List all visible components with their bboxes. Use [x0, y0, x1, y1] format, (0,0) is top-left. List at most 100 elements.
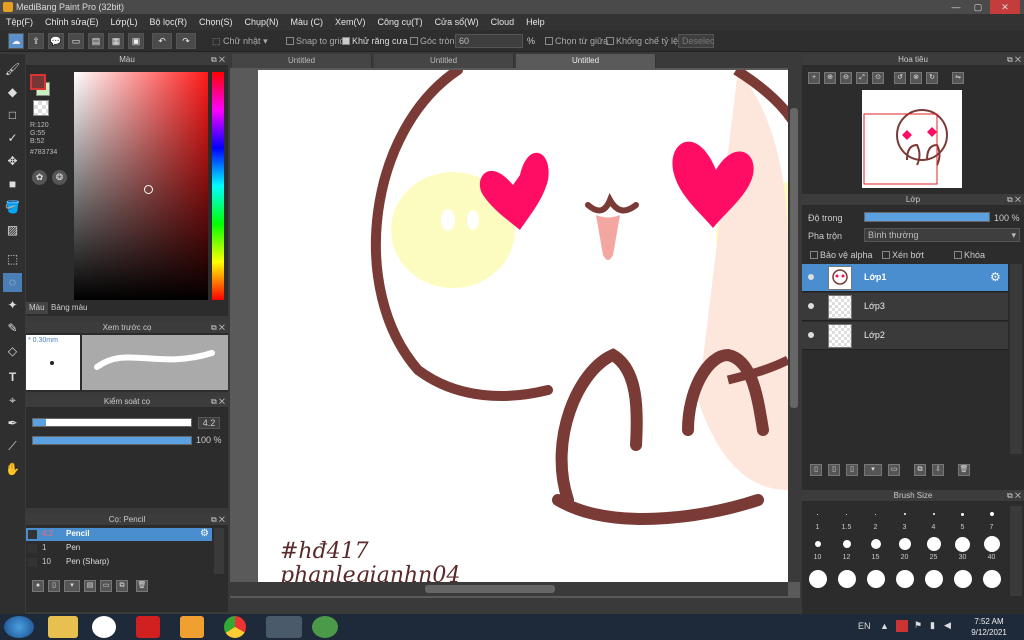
flag-icon[interactable]: ⚑ — [914, 620, 922, 631]
select-pen-tool-icon[interactable]: ✎ — [3, 319, 22, 338]
panel-close-icon[interactable]: ⧉ ✕ — [1007, 54, 1021, 66]
panel-close-icon[interactable]: ⧉ ✕ — [211, 514, 225, 526]
new-layer-icon[interactable]: ▯ — [810, 464, 822, 476]
fit-window-icon[interactable]: ⤢ — [856, 72, 868, 84]
clock[interactable]: 7:52 AM 9/12/2021 — [966, 616, 1012, 638]
zoom-out-icon[interactable]: ⊕ — [824, 72, 836, 84]
horizontal-scroll-thumb[interactable] — [425, 585, 555, 593]
pen-tool-icon[interactable]: ✓ — [3, 129, 22, 148]
rotate-reset-icon[interactable]: ⊗ — [910, 72, 922, 84]
menu-select[interactable]: Chọn(S) — [193, 14, 239, 30]
brush-item-pencil[interactable]: 4.2 Pencil ⚙ — [26, 528, 212, 541]
snap-to-grid-checkbox[interactable]: Snap to grid — [286, 34, 345, 48]
layer-row-lop2[interactable]: Lớp2 — [802, 322, 1008, 350]
palette-icon[interactable]: ✿ — [32, 170, 47, 185]
brush-item-pen[interactable]: 1 Pen — [26, 542, 212, 555]
brush-size-option[interactable] — [891, 566, 918, 593]
minimize-button[interactable]: — — [946, 0, 966, 14]
brush-size-option[interactable]: 2 — [862, 506, 889, 533]
zoom-reset-icon[interactable]: ⊙ — [872, 72, 884, 84]
blend-mode-select[interactable]: Bình thường ▾ — [864, 228, 1020, 242]
select-eraser-tool-icon[interactable]: ◇ — [3, 342, 22, 361]
layer-row-lop3[interactable]: Lớp3 — [802, 293, 1008, 321]
brush-size-option[interactable] — [862, 566, 889, 593]
duplicate-layer-icon[interactable]: ⧉ — [914, 464, 926, 476]
brush-size-option[interactable] — [833, 566, 860, 593]
new-layer-1bit-icon[interactable]: ▯ — [846, 464, 858, 476]
menu-window[interactable]: Cửa sổ(W) — [429, 14, 485, 30]
move-tool-icon[interactable]: ✥ — [3, 152, 22, 171]
text-tool-icon[interactable]: T — [3, 368, 22, 387]
duplicate-icon[interactable]: ⧉ — [116, 580, 128, 592]
lasso-tool-icon[interactable]: ◌ — [3, 273, 22, 292]
tray-app-icon[interactable] — [896, 620, 908, 632]
brush-size-option[interactable]: 7 — [978, 506, 1005, 533]
document-icon[interactable]: ▤ — [88, 33, 104, 49]
chrome-icon[interactable] — [224, 616, 246, 638]
visibility-eye-icon[interactable] — [808, 303, 814, 309]
clipping-checkbox[interactable]: Xén bớt — [882, 250, 924, 260]
gear-icon[interactable]: ⚙ — [200, 528, 209, 539]
protect-alpha-checkbox[interactable]: Bảo vệ alpha — [810, 250, 873, 260]
zoom-in-icon[interactable]: + — [808, 72, 820, 84]
maximize-button[interactable]: ▢ — [968, 0, 988, 14]
grid-icon[interactable]: ▦ — [108, 33, 124, 49]
transparent-swatch[interactable] — [33, 100, 49, 116]
primary-color-swatch[interactable] — [30, 74, 46, 90]
brush-menu-icon[interactable]: ▾ — [64, 580, 80, 592]
cloud-icon[interactable]: ☁ — [8, 33, 24, 49]
brush-size-scrollbar[interactable] — [1010, 506, 1022, 596]
panel-close-icon[interactable]: ⧉ ✕ — [211, 396, 225, 408]
bucket-tool-icon[interactable]: 🪣 — [3, 198, 22, 217]
brush-size-option[interactable] — [920, 566, 947, 593]
eraser-tool-icon[interactable]: ◆ — [3, 83, 22, 102]
brush-size-option[interactable]: 10 — [804, 536, 831, 563]
gradient-tool-icon[interactable]: ▨ — [3, 221, 22, 240]
brush-opacity-slider[interactable] — [32, 436, 192, 445]
brush-size-option[interactable]: 25 — [920, 536, 947, 563]
menu-tools[interactable]: Công cụ(T) — [372, 14, 429, 30]
brush-size-option[interactable] — [949, 566, 976, 593]
panel-close-icon[interactable]: ⧉ ✕ — [211, 322, 225, 334]
layer-folder-icon[interactable]: ▭ — [888, 464, 900, 476]
panel-close-icon[interactable]: ⧉ ✕ — [211, 54, 225, 66]
file-explorer-icon[interactable] — [48, 616, 78, 638]
rotate-left-icon[interactable]: ↺ — [894, 72, 906, 84]
fill-rect-tool-icon[interactable]: ■ — [3, 175, 22, 194]
volume-icon[interactable]: ◀ — [944, 620, 951, 631]
brush-size-option[interactable]: 15 — [862, 536, 889, 563]
visibility-eye-icon[interactable] — [808, 274, 814, 280]
brush-size-option[interactable]: 3 — [891, 506, 918, 533]
rotate-right-icon[interactable]: ↻ — [926, 72, 938, 84]
brush-size-option[interactable] — [804, 566, 831, 593]
tab-document-2[interactable]: Untitled — [374, 54, 514, 68]
round-corner-checkbox[interactable]: Góc tròn — [410, 34, 455, 48]
layers-scrollbar[interactable] — [1010, 264, 1022, 454]
round-value-field[interactable]: 60 — [455, 34, 523, 48]
menu-file[interactable]: Tệp(F) — [0, 14, 39, 30]
flip-icon[interactable]: ⇋ — [952, 72, 964, 84]
panel-icon[interactable]: ▣ — [128, 33, 144, 49]
select-center-checkbox[interactable]: Chọn từ giữa — [545, 34, 608, 48]
message-icon[interactable]: ▭ — [68, 33, 84, 49]
new-brush-icon[interactable]: ▯ — [48, 580, 60, 592]
saturation-value-picker[interactable] — [74, 72, 208, 300]
brush-size-option[interactable]: 5 — [949, 506, 976, 533]
trash-icon[interactable]: 🗑 — [136, 580, 148, 592]
brush-tool-icon[interactable]: 🖌 — [3, 60, 22, 79]
new-layer-8bit-icon[interactable]: ▯ — [828, 464, 840, 476]
gear-icon[interactable]: ⚙ — [990, 270, 1001, 284]
canvas-vertical-scrollbar[interactable] — [788, 68, 800, 582]
redo-icon[interactable]: ↷ — [176, 33, 196, 49]
medibang-taskbar-icon[interactable] — [266, 616, 302, 638]
close-button[interactable]: ✕ — [990, 0, 1020, 14]
brush-copy-icon[interactable]: ▤ — [84, 580, 96, 592]
deselect-button[interactable]: Deselec — [678, 34, 715, 48]
undo-icon[interactable]: ↶ — [152, 33, 172, 49]
layer-opacity-slider[interactable] — [864, 212, 990, 222]
magic-wand-tool-icon[interactable]: ✦ — [3, 296, 22, 315]
hand-tool-icon[interactable]: ✋ — [3, 460, 22, 479]
delete-layer-icon[interactable]: 🗑 — [958, 464, 970, 476]
antialias-checkbox[interactable]: Khử răng cưa — [342, 34, 408, 48]
menu-filter[interactable]: Bộ lọc(R) — [143, 14, 193, 30]
